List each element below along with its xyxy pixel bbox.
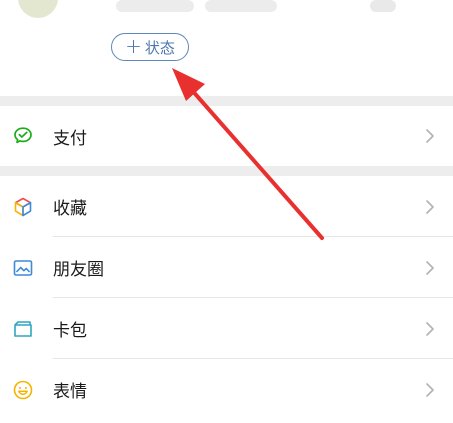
chevron-right-icon [426,199,434,214]
chevron-right-icon [426,260,434,275]
wechat-id-blurred [205,0,277,12]
menu-item-moments[interactable]: 朋友圈 [0,237,453,298]
avatar[interactable] [18,0,58,18]
add-status-button[interactable]: + 状态 [111,33,189,61]
menu-item-favorites[interactable]: 收藏 [0,176,453,237]
me-page: + 状态 支付 收藏 朋友圈 卡包 表情 [0,0,453,423]
menu-label-pay: 支付 [53,128,87,149]
nickname-blurred [116,0,194,12]
status-label: 状态 [144,38,175,57]
moments-picture-icon [13,259,33,276]
wechat-pay-icon [14,127,32,144]
menu-item-stickers[interactable]: 表情 [0,359,453,420]
pay-section: 支付 [0,106,453,166]
menu-label-favorites: 收藏 [53,199,87,219]
chevron-right-icon [426,321,434,336]
chevron-right-icon [426,129,434,143]
menu-label-stickers: 表情 [53,382,87,402]
profile-header: + 状态 [0,0,453,96]
sticker-smiley-icon [13,380,33,399]
menu-label-moments: 朋友圈 [53,260,104,280]
qr-code-blurred[interactable] [370,0,396,12]
favorites-cube-icon [14,197,32,216]
menu-item-pay[interactable]: 支付 [0,106,453,166]
chevron-right-icon [426,382,434,397]
menu-label-cards: 卡包 [53,321,87,341]
menu-section: 收藏 朋友圈 卡包 表情 [0,176,453,423]
plus-icon: + [125,34,142,58]
menu-item-cards[interactable]: 卡包 [0,298,453,359]
card-wallet-icon [14,320,32,337]
